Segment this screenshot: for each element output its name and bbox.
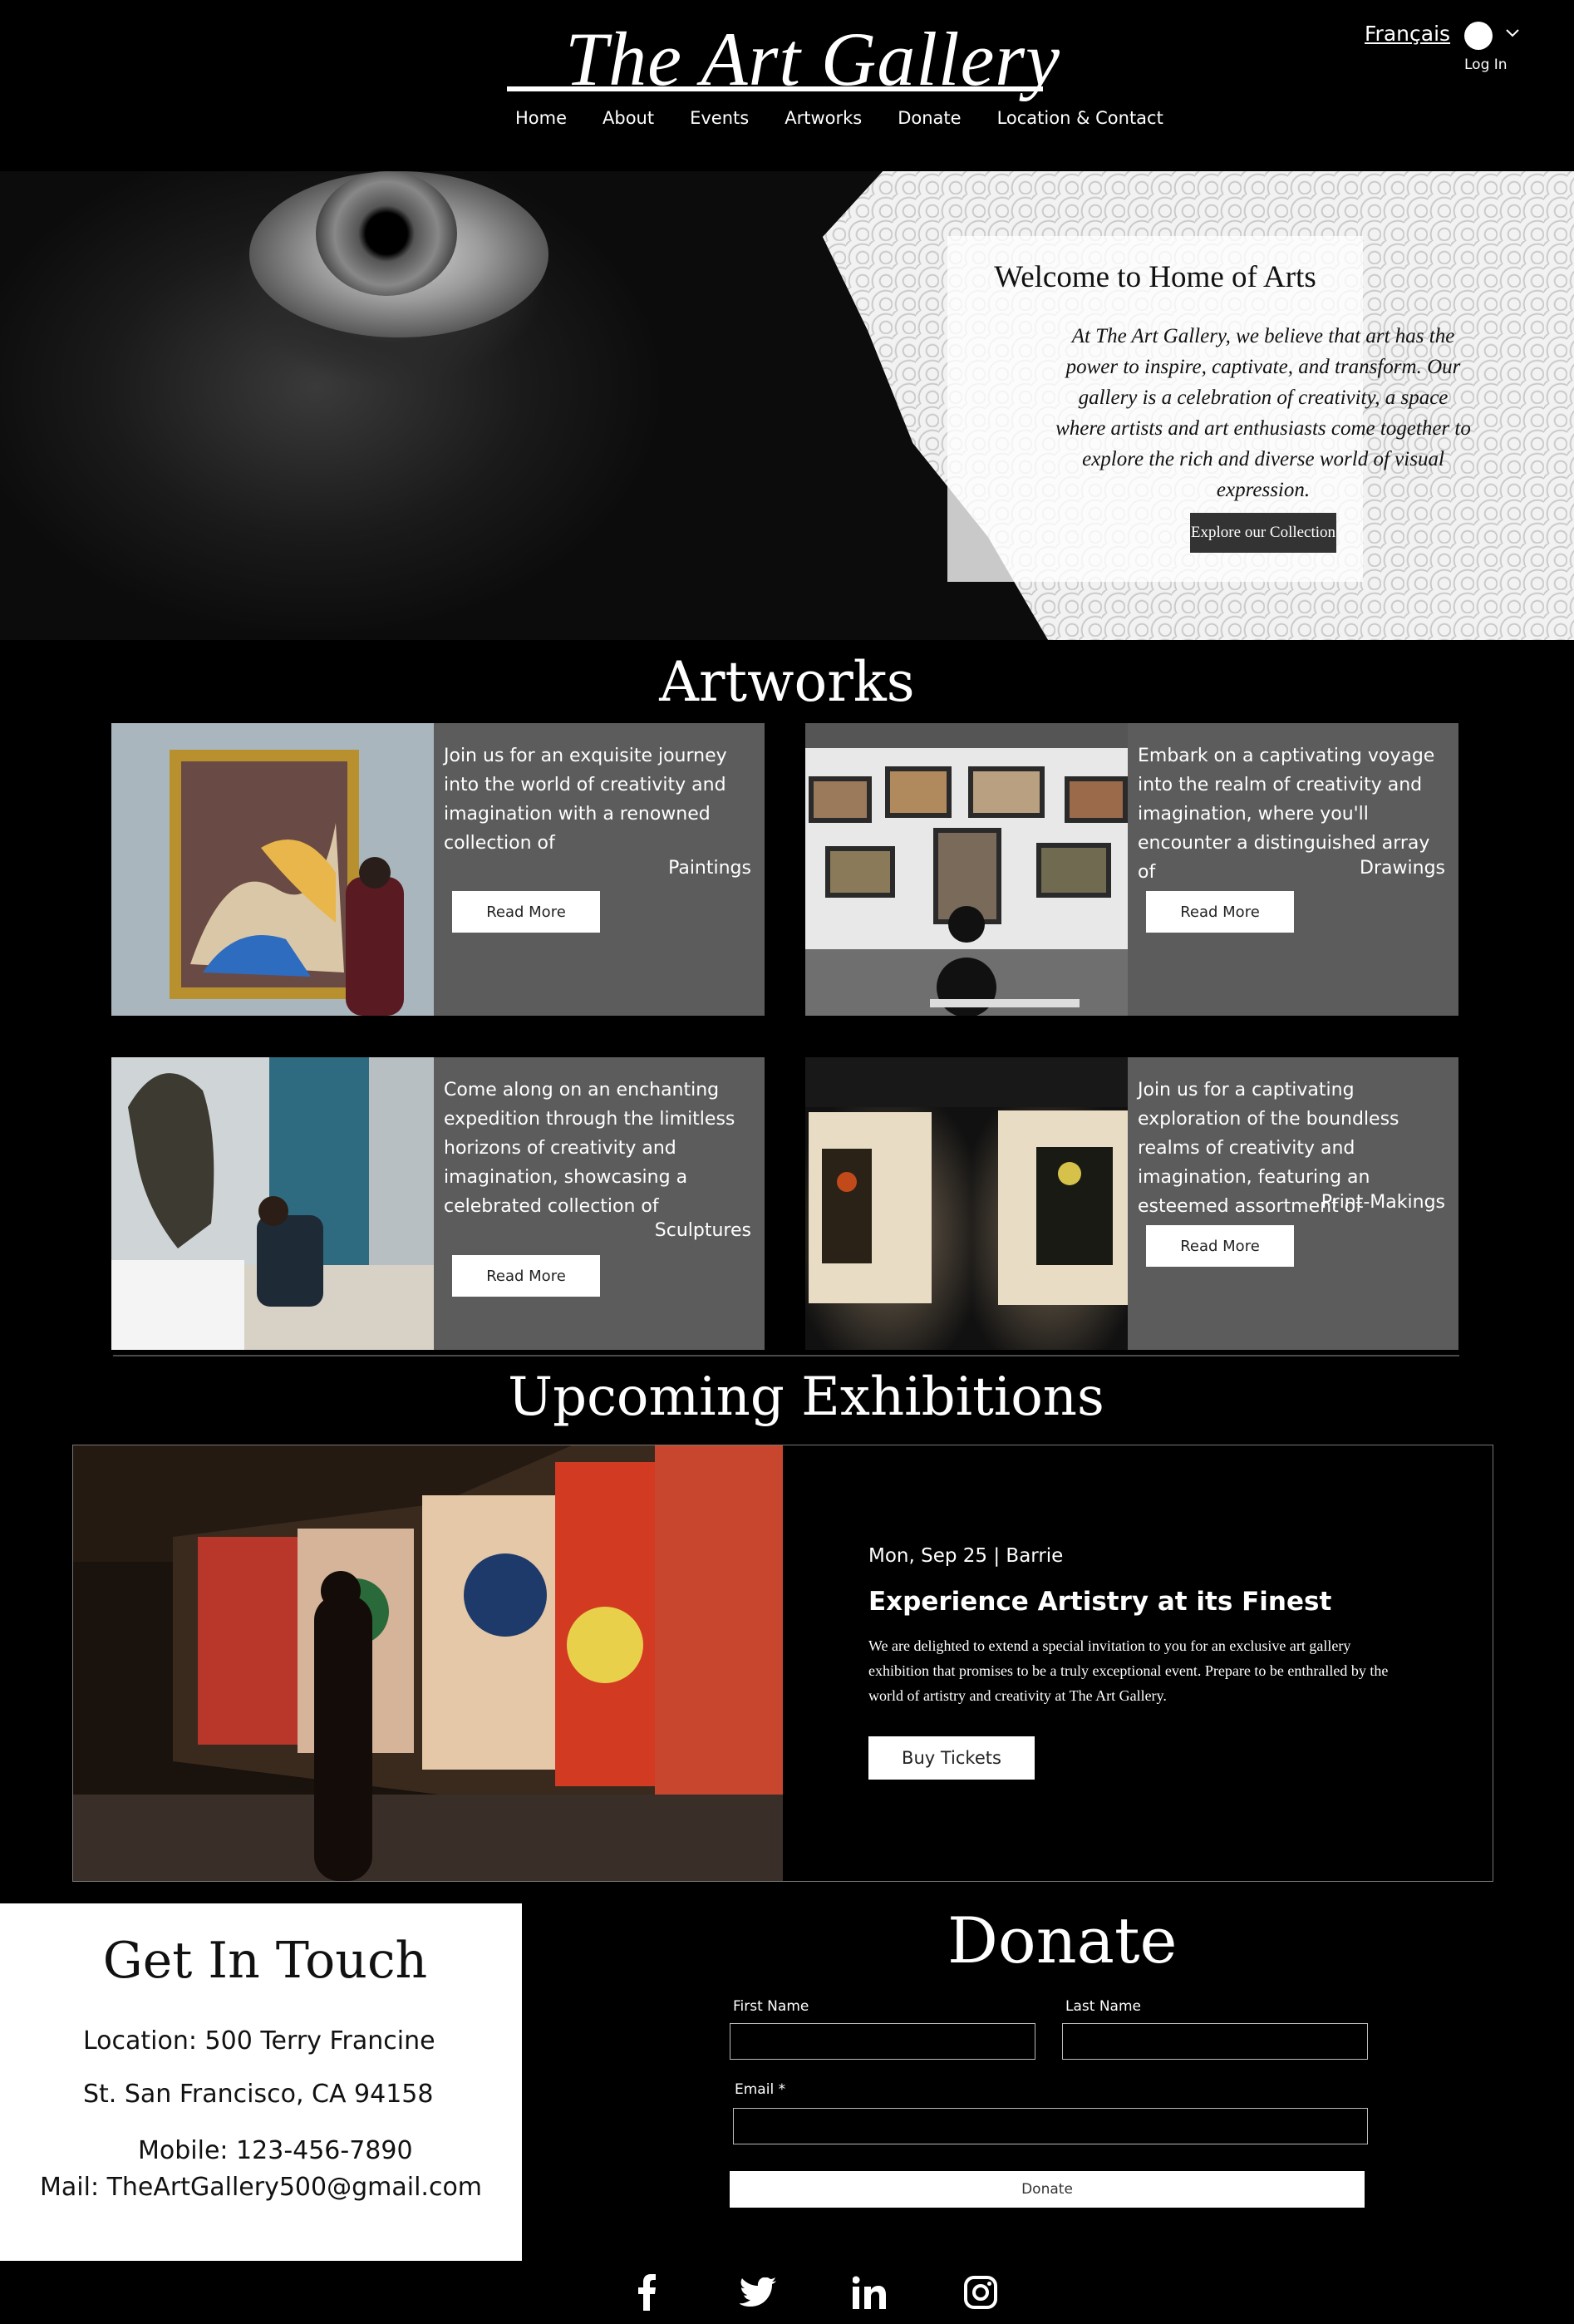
nav-home[interactable]: Home [515,108,567,128]
contact-location-line1: Location: 500 Terry Francine [83,2026,435,2056]
contact-mail: Mail: TheArtGallery500@gmail.com [40,2173,483,2202]
exhibition-date-location: Mon, Sep 25 | Barrie [868,1545,1064,1567]
drawings-category: Drawings [1360,858,1445,879]
read-more-button[interactable]: Read More [452,1255,600,1297]
paintings-category: Paintings [668,858,751,879]
artwork-card-drawings: Embark on a captivating voyage into the … [805,723,1458,1016]
hero-iris-image [316,171,457,296]
artworks-heading: Artworks [659,650,915,714]
print-makings-image [805,1057,1128,1350]
contact-panel: Get In Touch Location: 500 Terry Francin… [0,1903,522,2261]
hero-heading: Welcome to Home of Arts [994,260,1316,294]
facebook-icon[interactable] [628,2274,665,2311]
nav-location-contact[interactable]: Location & Contact [997,108,1163,128]
buy-tickets-button[interactable]: Buy Tickets [868,1736,1035,1780]
language-link[interactable]: Français [1365,22,1450,46]
exhibition-title[interactable]: Experience Artistry at its Finest [868,1587,1331,1617]
donate-submit-button[interactable]: Donate [730,2171,1365,2208]
exhibition-card: Mon, Sep 25 | Barrie Experience Artistry… [72,1445,1493,1882]
read-more-button[interactable]: Read More [452,891,600,933]
nav-artworks[interactable]: Artworks [785,108,862,128]
twitter-icon[interactable] [740,2274,776,2311]
email-field[interactable] [733,2108,1368,2144]
drawings-image [805,723,1128,1016]
last-name-field[interactable] [1062,2023,1368,2060]
linkedin-icon[interactable] [851,2274,888,2311]
sculptures-category: Sculptures [654,1220,751,1241]
sculptures-image [111,1057,434,1350]
contact-mobile: Mobile: 123-456-7890 [138,2136,413,2165]
exhibition-image [73,1445,783,1881]
login-label[interactable]: Log In [1464,57,1508,73]
section-divider [113,1355,1459,1356]
paintings-image [111,723,434,1016]
last-name-label: Last Name [1065,1998,1141,2015]
paintings-description: Join us for an exquisite journey into th… [444,746,727,854]
artwork-card-print-makings: Join us for a captivating exploration of… [805,1057,1458,1350]
exhibitions-heading: Upcoming Exhibitions [508,1366,1104,1428]
chevron-down-icon[interactable] [1503,23,1522,43]
main-nav: Home About Events Artworks Donate Locati… [515,108,1199,128]
print-makings-category: Print-Makings [1321,1192,1445,1213]
contact-location-line2: St. San Francisco, CA 94158 [83,2080,434,2109]
site-header: The Art Gallery Home About Events Artwor… [0,0,1574,171]
sculptures-description: Come along on an enchanting expedition t… [444,1080,735,1217]
artwork-card-paintings: Join us for an exquisite journey into th… [111,723,765,1016]
nav-about[interactable]: About [603,108,654,128]
read-more-button[interactable]: Read More [1146,891,1294,933]
contact-heading: Get In Touch [102,1932,428,1990]
exhibition-description: We are delighted to extend a special inv… [868,1637,1389,1704]
read-more-button[interactable]: Read More [1146,1225,1294,1267]
donate-heading: Donate [947,1903,1178,1977]
first-name-label: First Name [733,1998,809,2015]
title-underline [507,86,1043,91]
nav-donate[interactable]: Donate [898,108,961,128]
first-name-field[interactable] [730,2023,1035,2060]
nav-events[interactable]: Events [690,108,749,128]
artwork-card-sculptures: Come along on an enchanting expedition t… [111,1057,765,1350]
email-label: Email * [735,2081,786,2098]
explore-collection-button[interactable]: Explore our Collection [1190,513,1336,553]
hero-text: At The Art Gallery, we believe that art … [1055,325,1471,501]
user-avatar[interactable] [1464,22,1493,50]
instagram-icon[interactable] [962,2274,999,2311]
